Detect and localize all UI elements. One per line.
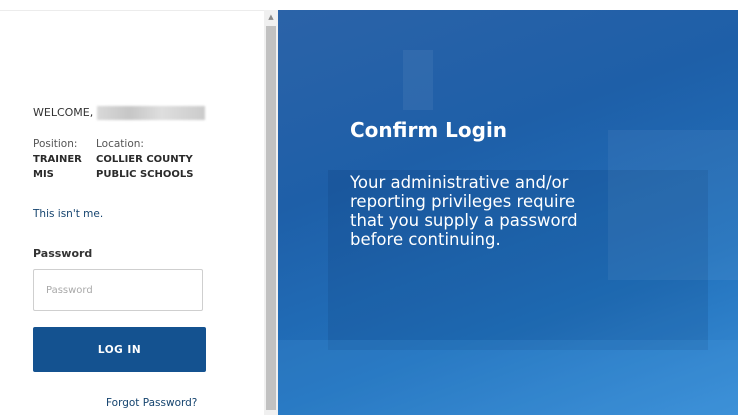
triangle-up-icon[interactable]: ▲ — [264, 10, 278, 24]
top-border — [0, 0, 738, 10]
scrollbar-thumb[interactable] — [266, 26, 276, 410]
confirm-title: Confirm Login — [350, 118, 508, 142]
forgot-password-link[interactable]: Forgot Password? — [106, 397, 197, 409]
background-tree — [608, 130, 738, 280]
position-label: Position: — [33, 138, 78, 150]
scrollbar[interactable]: ▲ — [264, 10, 278, 415]
confirm-banner: Confirm Login Your administrative and/or… — [278, 10, 738, 415]
welcome-row: WELCOME, — [33, 106, 206, 120]
redacted-user-name — [97, 106, 206, 120]
password-label: Password — [33, 247, 93, 260]
welcome-label: WELCOME, — [33, 106, 94, 119]
location-info: Location: COLLIER COUNTY PUBLIC SCHOOLS — [96, 137, 226, 182]
position-value: TRAINER MIS — [33, 154, 82, 180]
not-me-link[interactable]: This isn't me. — [33, 208, 103, 220]
location-value: COLLIER COUNTY PUBLIC SCHOOLS — [96, 154, 194, 180]
background-ground — [278, 340, 738, 415]
confirm-message: Your administrative and/or reporting pri… — [350, 173, 578, 249]
position-info: Position: TRAINER MIS — [33, 137, 93, 182]
location-label: Location: — [96, 138, 144, 150]
background-tower — [403, 50, 433, 110]
login-button[interactable]: LOG IN — [33, 327, 206, 372]
password-input[interactable] — [33, 269, 203, 311]
